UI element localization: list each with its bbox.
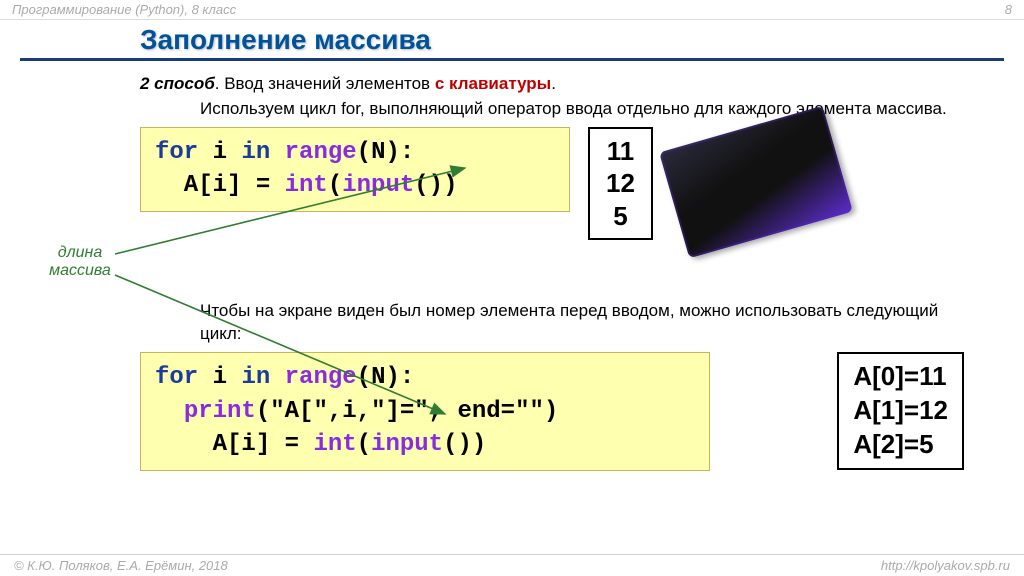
intro-line-2: Используем цикл for, выполняющий операто… <box>140 98 964 121</box>
array-length-label: длина массива <box>30 244 130 280</box>
title-rule <box>20 58 1004 61</box>
intro-line-1: 2 способ. Ввод значений элементов с клав… <box>140 73 964 96</box>
copyright: © К.Ю. Поляков, Е.А. Ерёмин, 2018 <box>14 558 228 573</box>
row-code-2: for i in range(N): print("A[",i,"]=", en… <box>140 352 964 471</box>
code-block-1: for i in range(N): A[i] = int(input()) <box>140 127 570 212</box>
out1-v2: 12 <box>606 167 635 200</box>
content: 2 способ. Ввод значений элементов с клав… <box>0 73 1024 471</box>
row-code-1: for i in range(N): A[i] = int(input()) 1… <box>140 127 964 241</box>
mid-paragraph: Чтобы на экране виден был номер элемента… <box>140 300 964 346</box>
out1-v1: 11 <box>606 135 635 168</box>
out1-v3: 5 <box>606 200 635 233</box>
out2-r2: A[1]=12 <box>853 395 948 425</box>
method-rest: . Ввод значений элементов <box>215 74 435 93</box>
output-box-2: A[0]=11 A[1]=12 A[2]=5 <box>837 352 964 469</box>
keyboard-image <box>671 127 841 237</box>
slide-header: Программирование (Python), 8 класс 8 <box>0 0 1024 20</box>
slide-footer: © К.Ю. Поляков, Е.А. Ерёмин, 2018 http:/… <box>0 554 1024 576</box>
method-number: 2 способ <box>140 74 215 93</box>
output-box-1: 11 12 5 <box>588 127 653 241</box>
course-name: Программирование (Python), 8 класс <box>12 2 236 17</box>
out2-r3: A[2]=5 <box>853 429 933 459</box>
code-block-2: for i in range(N): print("A[",i,"]=", en… <box>140 352 710 471</box>
footer-url: http://kpolyakov.spb.ru <box>881 558 1010 573</box>
method-keyword: с клавиатуры <box>435 74 551 93</box>
out2-r1: A[0]=11 <box>853 361 946 391</box>
page-title: Заполнение массива <box>0 20 1024 58</box>
page-number: 8 <box>1005 2 1012 17</box>
